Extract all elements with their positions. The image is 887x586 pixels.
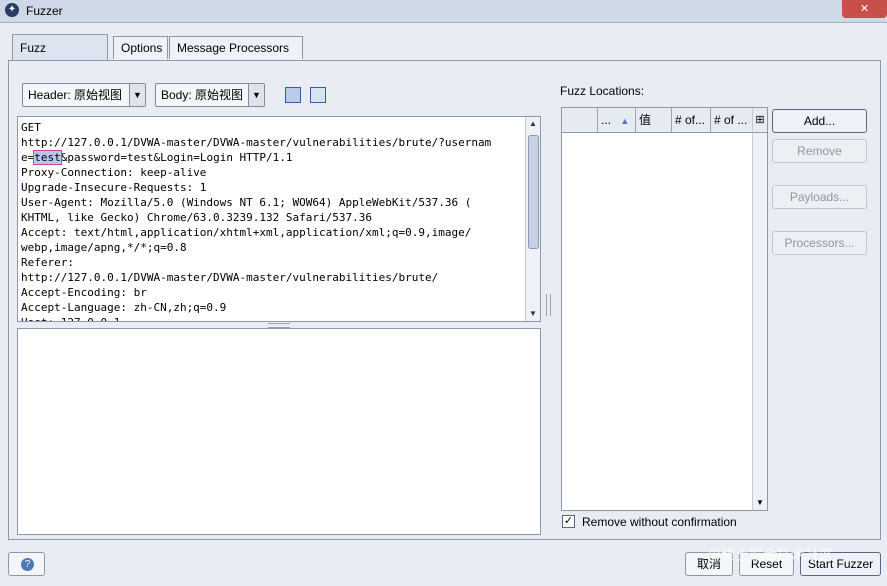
chevron-down-icon: ▼ <box>129 84 145 106</box>
editor-scrollbar[interactable]: ▲ ▼ <box>525 117 540 321</box>
body-view-select[interactable]: Body: 原始视图 ▼ <box>155 83 265 107</box>
vertical-split-handle[interactable] <box>546 294 551 316</box>
help-button[interactable]: ? <box>8 552 45 576</box>
add-button[interactable]: Add... <box>772 109 867 133</box>
fuzz-locations-label: Fuzz Locations: <box>560 84 645 98</box>
tab-fuzz-locations[interactable]: Fuzz Locations <box>12 34 108 81</box>
title-bar: ✦ Fuzzer ✕ <box>0 0 887 23</box>
scroll-down-icon[interactable]: ▼ <box>753 496 767 510</box>
request-header-editor[interactable]: GET http://127.0.0.1/DVWA-master/DVWA-ma… <box>17 116 541 322</box>
fuzz-locations-table[interactable]: ... ▲ 值 # of... # of ... ⊞ ▼ <box>561 107 768 511</box>
request-text: GET http://127.0.0.1/DVWA-master/DVWA-ma… <box>18 117 540 321</box>
remove-confirmation-label: Remove without confirmation <box>582 515 737 529</box>
column-location[interactable]: ... ▲ <box>598 108 636 132</box>
fuzz-location-highlight[interactable]: test <box>33 150 62 165</box>
column-location-label: ... <box>601 113 612 127</box>
column-payload-count[interactable]: # of... <box>672 108 711 132</box>
help-icon: ? <box>21 558 34 571</box>
processors-button[interactable]: Processors... <box>772 231 867 255</box>
remove-confirmation-checkbox[interactable]: ✓ <box>562 515 575 528</box>
payloads-button[interactable]: Payloads... <box>772 185 867 209</box>
body-view-label: Body: 原始视图 <box>161 88 244 102</box>
table-scrollbar[interactable]: ⊞ ▼ <box>752 108 767 510</box>
chevron-down-icon: ▼ <box>248 84 264 106</box>
column-processor-count[interactable]: # of ... <box>711 108 754 132</box>
tab-options[interactable]: Options <box>113 36 168 59</box>
close-button[interactable]: ✕ <box>842 0 887 18</box>
window-title: Fuzzer <box>26 4 63 18</box>
remove-button[interactable]: Remove <box>772 139 867 163</box>
watermark: @稀土掘金技术社区 <box>707 547 834 563</box>
split-horizontal-view-icon[interactable] <box>310 87 326 103</box>
header-view-label: Header: 原始视图 <box>28 88 123 102</box>
zap-logo-icon: ✦ <box>5 3 19 17</box>
split-vertical-view-icon[interactable] <box>285 87 301 103</box>
scroll-thumb[interactable] <box>528 135 539 249</box>
column-blank[interactable] <box>562 108 598 132</box>
column-value[interactable]: 值 <box>636 108 672 132</box>
scroll-down-icon[interactable]: ▼ <box>526 307 540 321</box>
table-header: ... ▲ 值 # of... # of ... <box>562 108 754 133</box>
column-chooser-icon[interactable]: ⊞ <box>753 108 767 133</box>
sort-ascending-icon: ▲ <box>620 116 630 126</box>
request-body-editor[interactable] <box>17 328 541 535</box>
request-text-after: &password=test&Login=Login HTTP/1.1 Prox… <box>21 151 472 321</box>
header-view-select[interactable]: Header: 原始视图 ▼ <box>22 83 146 107</box>
scroll-up-icon[interactable]: ▲ <box>526 117 540 131</box>
tab-message-processors[interactable]: Message Processors <box>169 36 303 59</box>
